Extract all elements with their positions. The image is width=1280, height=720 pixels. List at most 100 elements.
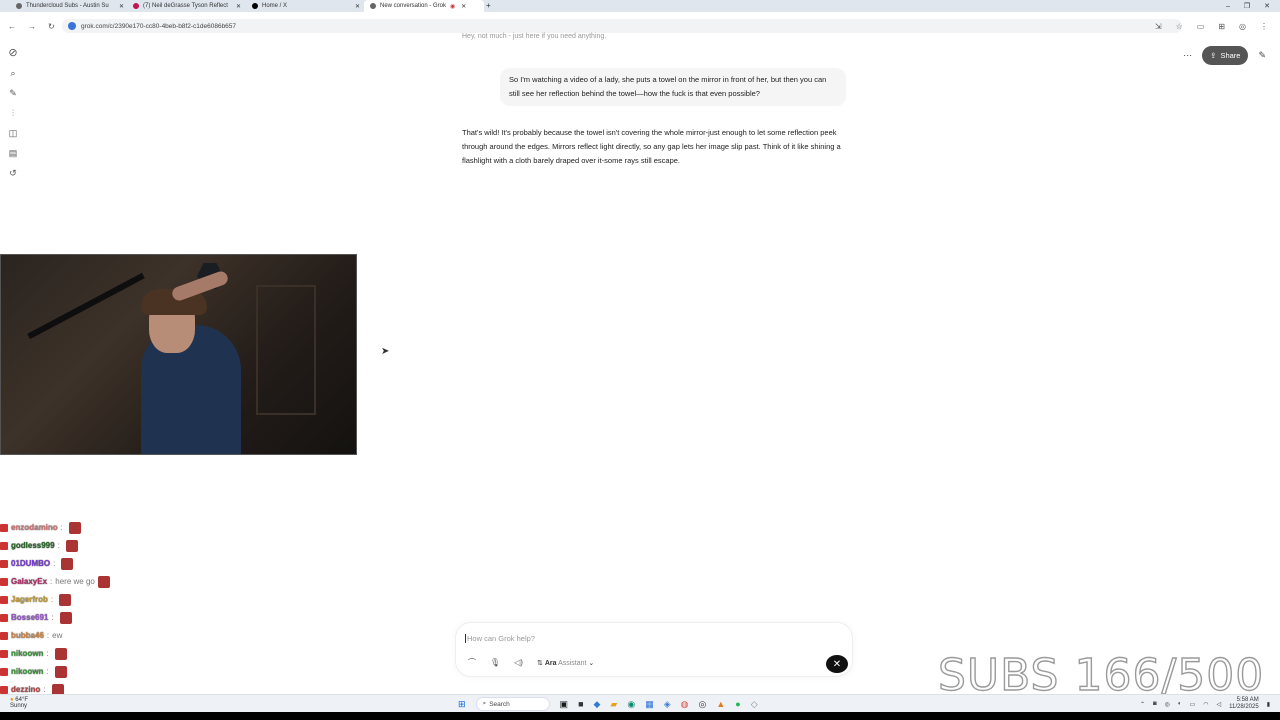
weather-widget[interactable]: ● 64°F Sunny bbox=[10, 697, 28, 709]
install-app-icon[interactable]: ⇲ bbox=[1155, 22, 1162, 31]
browser-tab[interactable]: Home / X ✕ bbox=[246, 0, 366, 12]
window-controls: – ❐ ✕ bbox=[1226, 0, 1270, 12]
copilot-icon[interactable]: ◆ bbox=[594, 699, 601, 710]
app-icon[interactable]: ◇ bbox=[751, 699, 758, 710]
reload-icon[interactable]: ↻ bbox=[48, 22, 55, 31]
profile-icon[interactable]: ◎ bbox=[1239, 22, 1246, 31]
search-icon[interactable]: ⌕ bbox=[6, 68, 20, 79]
display-icon[interactable]: ▭ bbox=[1190, 701, 1196, 708]
assistant-message: That's wild! It's probably because the t… bbox=[462, 128, 841, 165]
browser-tab-active[interactable]: New conversation - Grok ◉ ✕ bbox=[364, 0, 484, 12]
url-field[interactable]: grok.com/c/2390e170-cc80-4beb-b8f2-c1de6… bbox=[62, 19, 1182, 33]
task-view-icon[interactable]: ▣ bbox=[560, 699, 569, 710]
share-icon: ⇪ bbox=[1210, 51, 1217, 60]
emote-icon bbox=[59, 612, 72, 624]
app-icon[interactable]: ▲ bbox=[716, 699, 725, 709]
browser-tab-bar: Thundercloud Subs - Austin Su ✕ (7) Neil… bbox=[0, 0, 1280, 12]
app-icon[interactable]: ◈ bbox=[664, 699, 671, 710]
sub-badge-icon bbox=[0, 632, 8, 640]
sub-badge-icon bbox=[0, 614, 8, 622]
more-options-icon[interactable]: ⋯ bbox=[1183, 50, 1192, 61]
emote-icon bbox=[54, 666, 67, 678]
wifi-icon[interactable]: ◠ bbox=[1203, 701, 1208, 708]
tray-app-icon[interactable]: ◎ bbox=[1165, 701, 1170, 708]
taskbar-search[interactable]: ⌕ Search bbox=[475, 697, 550, 711]
sub-badge-icon bbox=[0, 650, 8, 658]
chat-line: Jagerfrob: bbox=[0, 591, 110, 609]
app-icon[interactable]: ■ bbox=[578, 699, 583, 709]
forward-icon[interactable]: → bbox=[28, 22, 36, 31]
address-bar-row: ← → ↻ grok.com/c/2390e170-cc80-4beb-b8f2… bbox=[0, 18, 1280, 34]
chat-composer[interactable]: How can Grok help? ⌒ 🎙 ◁) ⇅ Ara Assistan… bbox=[455, 622, 853, 677]
chat-username: nikoown bbox=[11, 667, 44, 676]
back-icon[interactable]: ← bbox=[8, 22, 16, 31]
message-input[interactable]: How can Grok help? bbox=[465, 634, 535, 643]
tray-chevron-icon[interactable]: ⌃ bbox=[1140, 701, 1145, 708]
edge-icon[interactable]: ◉ bbox=[627, 699, 635, 710]
chrome-icon[interactable]: ◍ bbox=[681, 699, 689, 710]
chat-line: enzodamino: bbox=[0, 519, 110, 537]
sub-badge-icon bbox=[0, 668, 8, 676]
user-message-bubble: So I'm watching a video of a lady, she p… bbox=[500, 68, 846, 106]
share-button[interactable]: ⇪ Share bbox=[1202, 46, 1249, 65]
minimize-icon[interactable]: – bbox=[1226, 3, 1230, 10]
windows-taskbar: ● 64°F Sunny ⊞ ⌕ Search ▣ ■ ◆ ▰ ◉ ▦ ◈ ◍ … bbox=[0, 694, 1280, 712]
sidebar-toggle-icon[interactable]: ▭ bbox=[1197, 22, 1205, 31]
voice-icon[interactable]: ⫶ bbox=[6, 108, 20, 119]
mouse-cursor-icon: ➤ bbox=[381, 346, 390, 357]
chat-line: GalaxyEx: here we go bbox=[0, 573, 110, 591]
grok-sidebar: ⊘ ⌕ ✎ ⫶ ◫ ▤ ↺ bbox=[6, 46, 20, 179]
browser-tab[interactable]: (7) Neil deGrasse Tyson Reflect ✕ bbox=[127, 0, 247, 12]
bookmark-star-icon[interactable]: ☆ bbox=[1176, 22, 1183, 31]
microphone-icon[interactable]: 🎙 bbox=[490, 658, 500, 667]
edit-icon[interactable]: ✎ bbox=[1258, 50, 1266, 61]
tab-title: New conversation - Grok bbox=[380, 3, 447, 9]
grok-logo-icon[interactable]: ⊘ bbox=[6, 46, 20, 59]
close-window-icon[interactable]: ✕ bbox=[1264, 2, 1270, 10]
volume-icon[interactable]: ◁ bbox=[1216, 701, 1221, 708]
obs-icon[interactable]: ◎ bbox=[699, 699, 707, 710]
emote-icon bbox=[59, 594, 72, 606]
emote-icon bbox=[54, 648, 67, 660]
windows-start-icon[interactable]: ⊞ bbox=[458, 699, 466, 710]
close-tab-icon[interactable]: ✕ bbox=[355, 3, 360, 10]
speaker-icon[interactable]: ◁) bbox=[514, 658, 523, 667]
sub-badge-icon bbox=[0, 524, 8, 532]
browser-tab[interactable]: Thundercloud Subs - Austin Su ✕ bbox=[10, 0, 130, 12]
maximize-icon[interactable]: ❐ bbox=[1244, 2, 1250, 10]
chat-separator: : bbox=[46, 649, 49, 658]
chat-line: nikoown: bbox=[0, 645, 110, 663]
tray-app-icon[interactable]: ◐ bbox=[1178, 701, 1182, 707]
screen-edge bbox=[0, 712, 1280, 720]
site-info-icon[interactable] bbox=[68, 22, 76, 30]
previous-message-faded: Hey, not much - just here if you need an… bbox=[462, 33, 607, 40]
file-explorer-icon[interactable]: ▰ bbox=[610, 699, 617, 710]
emote-icon bbox=[97, 576, 110, 588]
projects-icon[interactable]: ▤ bbox=[6, 148, 20, 159]
tab-title: (7) Neil deGrasse Tyson Reflect bbox=[143, 3, 228, 9]
webcam-overlay bbox=[0, 254, 357, 455]
notification-icon[interactable]: ▮ bbox=[1267, 701, 1270, 708]
new-chat-icon[interactable]: ✎ bbox=[6, 88, 20, 99]
attach-icon[interactable]: ⌒ bbox=[468, 657, 476, 668]
history-icon[interactable]: ↺ bbox=[6, 168, 20, 179]
close-tab-icon[interactable]: ✕ bbox=[461, 3, 466, 10]
tray-app-icon[interactable]: ◙ bbox=[1153, 701, 1157, 707]
calculator-icon[interactable]: ▦ bbox=[645, 699, 654, 710]
grok-favicon-icon bbox=[370, 3, 376, 9]
close-tab-icon[interactable]: ✕ bbox=[119, 3, 124, 10]
close-voice-button[interactable]: ✕ bbox=[826, 655, 848, 673]
extensions-icon[interactable]: ⊞ bbox=[1218, 22, 1225, 31]
microphone-arm bbox=[27, 272, 145, 340]
chat-separator: : bbox=[46, 667, 49, 676]
browser-menu-icon[interactable]: ⋮ bbox=[1260, 22, 1268, 31]
tab-title: Thundercloud Subs - Austin Su bbox=[26, 3, 109, 9]
voice-selector[interactable]: ⇅ Ara Assistant ⌄ bbox=[537, 659, 594, 667]
close-tab-icon[interactable]: ✕ bbox=[236, 3, 241, 10]
clock[interactable]: 5:58 AM 11/28/2025 bbox=[1229, 697, 1259, 711]
chat-username: bubba46 bbox=[11, 631, 44, 640]
imagine-icon[interactable]: ◫ bbox=[6, 128, 20, 139]
sub-badge-icon bbox=[0, 560, 8, 568]
spotify-icon[interactable]: ● bbox=[735, 699, 740, 709]
new-tab-icon[interactable]: + bbox=[486, 1, 491, 10]
